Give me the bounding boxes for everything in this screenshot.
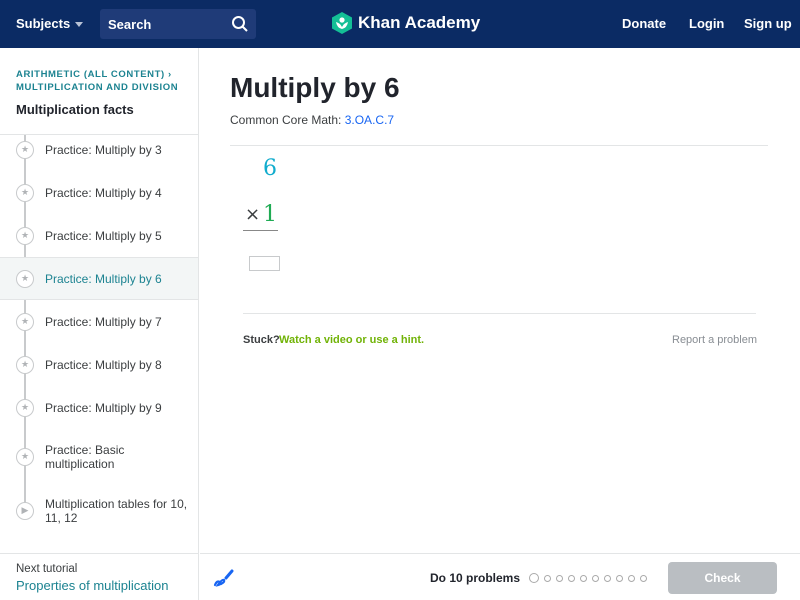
multiplier: 1 bbox=[263, 202, 277, 227]
search-icon[interactable] bbox=[231, 15, 249, 33]
progress-dot bbox=[616, 574, 623, 582]
sidebar-item[interactable]: ★ Practice: Multiply by 7 bbox=[0, 307, 198, 337]
star-icon: ★ bbox=[16, 313, 34, 331]
sidebar-item[interactable]: ★ Practice: Basic multiplication bbox=[0, 435, 198, 479]
progress-dot bbox=[628, 574, 635, 582]
subjects-label: Subjects bbox=[16, 16, 71, 31]
underline bbox=[243, 230, 278, 231]
star-icon: ★ bbox=[16, 184, 34, 202]
sidebar-item-label: Practice: Multiply by 7 bbox=[45, 315, 162, 329]
search-input[interactable]: Search bbox=[100, 9, 256, 39]
star-icon: ★ bbox=[16, 356, 34, 374]
sidebar-item[interactable]: ★ Practice: Multiply by 5 bbox=[0, 221, 198, 251]
progress-dot bbox=[529, 573, 539, 583]
progress-dot bbox=[580, 574, 587, 582]
subjects-menu[interactable]: Subjects bbox=[16, 16, 84, 31]
sidebar-item[interactable]: ★ Practice: Multiply by 3 bbox=[0, 135, 198, 165]
star-icon: ★ bbox=[16, 227, 34, 245]
exercise-footer: Do 10 problems Check bbox=[200, 553, 800, 600]
top-nav: Subjects Search Khan Academy Donate Logi… bbox=[0, 0, 800, 48]
breadcrumb-arithmetic[interactable]: ARITHMETIC (ALL CONTENT) bbox=[16, 69, 165, 80]
logo-text: Khan Academy bbox=[358, 13, 481, 32]
sidebar-item-label: Practice: Multiply by 8 bbox=[45, 358, 162, 372]
star-icon: ★ bbox=[16, 269, 34, 288]
breadcrumb: ARITHMETIC (ALL CONTENT) › MULTIPLICATIO… bbox=[16, 68, 178, 94]
standard-label: Common Core Math: bbox=[230, 113, 342, 127]
caret-down-icon bbox=[75, 22, 84, 28]
hint-link[interactable]: Watch a video or use a hint. bbox=[279, 334, 424, 346]
standard: Common Core Math: 3.OA.C.7 bbox=[230, 113, 394, 127]
sidebar-item-label: Practice: Multiply by 9 bbox=[45, 401, 162, 415]
progress-dot bbox=[604, 574, 611, 582]
logo-icon bbox=[332, 12, 352, 34]
breadcrumb-multiplication-division[interactable]: MULTIPLICATION AND DIVISION bbox=[16, 82, 178, 93]
sidebar-item-label: Practice: Multiply by 3 bbox=[45, 143, 162, 157]
sidebar-item[interactable]: ★ Practice: Multiply by 4 bbox=[0, 178, 198, 208]
check-button[interactable]: Check bbox=[668, 562, 777, 594]
progress-dot bbox=[592, 574, 599, 582]
progress-dot bbox=[556, 574, 563, 582]
next-tutorial-label: Next tutorial bbox=[16, 563, 78, 575]
login-link[interactable]: Login bbox=[689, 16, 724, 31]
answer-input[interactable] bbox=[249, 256, 280, 271]
stuck-label: Stuck? bbox=[243, 334, 280, 346]
progress-dot bbox=[640, 574, 647, 582]
progress-dots bbox=[529, 573, 647, 583]
star-icon: ★ bbox=[16, 399, 34, 417]
sidebar-item[interactable]: ★ Practice: Multiply by 6 bbox=[0, 257, 198, 300]
tutorial-list: ★ Practice: Multiply by 3 ★ Practice: Multi… bbox=[0, 134, 198, 552]
scratchpad-icon[interactable] bbox=[213, 568, 235, 588]
sidebar-item[interactable]: ▶ Multiplication tables for 10, 11, 12 bbox=[0, 489, 198, 533]
sidebar-item-label: Practice: Multiply by 6 bbox=[45, 271, 162, 286]
sidebar-item-label: Multiplication tables for 10, 11, 12 bbox=[45, 497, 188, 525]
donate-link[interactable]: Donate bbox=[622, 16, 666, 31]
sidebar-item[interactable]: ★ Practice: Multiply by 8 bbox=[0, 350, 198, 380]
sidebar-item-label: Practice: Multiply by 5 bbox=[45, 229, 162, 243]
star-icon: ★ bbox=[16, 448, 34, 466]
khan-academy-logo[interactable]: Khan Academy bbox=[332, 12, 480, 34]
multiplicand: 6 bbox=[263, 156, 277, 181]
sidebar-title: Multiplication facts bbox=[16, 102, 134, 117]
progress-dot bbox=[544, 574, 551, 582]
sidebar: ARITHMETIC (ALL CONTENT) › MULTIPLICATIO… bbox=[0, 48, 199, 600]
sidebar-item[interactable]: ★ Practice: Multiply by 9 bbox=[0, 393, 198, 423]
next-tutorial: Next tutorial Properties of multiplicati… bbox=[0, 553, 198, 600]
search-placeholder: Search bbox=[108, 17, 152, 32]
sidebar-item-label: Practice: Multiply by 4 bbox=[45, 186, 162, 200]
star-icon: ★ bbox=[16, 141, 34, 159]
signup-link[interactable]: Sign up bbox=[744, 16, 792, 31]
goal-label: Do 10 problems bbox=[430, 571, 521, 585]
next-tutorial-link[interactable]: Properties of multiplication bbox=[16, 578, 168, 593]
chevron-right-icon: › bbox=[168, 69, 172, 80]
divider bbox=[243, 313, 756, 314]
play-icon: ▶ bbox=[16, 502, 34, 520]
times-operator: × bbox=[245, 204, 261, 225]
standard-link[interactable]: 3.OA.C.7 bbox=[345, 113, 394, 127]
report-problem-link[interactable]: Report a problem bbox=[672, 334, 757, 346]
sidebar-item-label: Practice: Basic multiplication bbox=[45, 443, 125, 471]
divider bbox=[230, 145, 768, 146]
page-title: Multiply by 6 bbox=[230, 72, 400, 103]
progress-dot bbox=[568, 574, 575, 582]
